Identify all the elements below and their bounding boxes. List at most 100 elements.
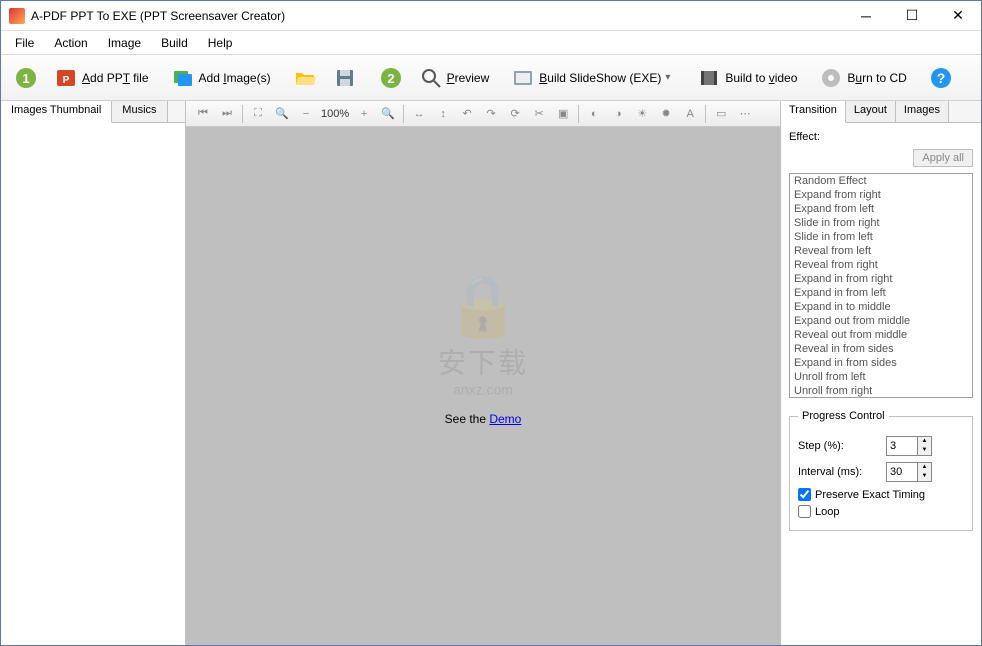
canvas: 🔒 安下载 anxz.com See the Demo xyxy=(186,127,780,645)
svg-text:1: 1 xyxy=(22,71,29,86)
plus-icon[interactable]: + xyxy=(355,105,373,123)
thumbnail-area xyxy=(1,123,185,645)
svg-text:?: ? xyxy=(937,70,946,86)
build-video-button[interactable]: Build to video xyxy=(690,61,804,95)
add-ppt-label: Add PPT file xyxy=(82,71,149,85)
maximize-button[interactable]: ☐ xyxy=(889,1,935,31)
build-slideshow-label: Build SlideShow (EXE) xyxy=(539,71,661,85)
menu-file[interactable]: File xyxy=(5,34,44,52)
effect-list[interactable]: Random EffectExpand from rightExpand fro… xyxy=(789,173,973,398)
preview-button[interactable]: Preview xyxy=(412,61,497,95)
left-tabs: Images Thumbnail Musics xyxy=(1,101,185,123)
interval-input[interactable] xyxy=(886,462,918,482)
save-button[interactable] xyxy=(326,61,364,95)
loop-label: Loop xyxy=(815,506,839,518)
step-label: Step (%): xyxy=(798,440,878,452)
open-button[interactable] xyxy=(286,61,324,95)
preserve-timing-checkbox[interactable] xyxy=(798,488,811,501)
tab-transition[interactable]: Transition xyxy=(781,101,846,123)
more-icon[interactable]: ⋯ xyxy=(736,105,754,123)
left-panel: Images Thumbnail Musics xyxy=(1,101,186,645)
rotate-icon[interactable]: ⟳ xyxy=(506,105,524,123)
effect-item[interactable]: Expand from left xyxy=(790,202,972,216)
effect-item[interactable]: Reveal from left xyxy=(790,244,972,258)
ppt-icon: P xyxy=(54,66,78,90)
svg-text:P: P xyxy=(63,75,70,86)
zoom-in-icon[interactable]: 🔍 xyxy=(379,105,397,123)
help-icon: ? xyxy=(929,66,953,90)
flip-v-icon[interactable]: ↕ xyxy=(434,105,452,123)
minimize-button[interactable]: ─ xyxy=(843,1,889,31)
effect-item[interactable]: Expand in from sides xyxy=(790,356,972,370)
tab-musics[interactable]: Musics xyxy=(112,101,167,122)
effect-item[interactable]: Random Effect xyxy=(790,174,972,188)
interval-down-icon[interactable]: ▼ xyxy=(918,472,931,481)
slideshow-icon xyxy=(511,66,535,90)
build-slideshow-button[interactable]: Build SlideShow (EXE) ▾ xyxy=(504,61,682,95)
effect-item[interactable]: Reveal in from sides xyxy=(790,342,972,356)
step-down-icon[interactable]: ▼ xyxy=(918,446,931,455)
interval-up-icon[interactable]: ▲ xyxy=(918,463,931,472)
effect-item[interactable]: Reveal from right xyxy=(790,258,972,272)
tab-images-thumbnail[interactable]: Images Thumbnail xyxy=(1,101,112,123)
demo-link[interactable]: Demo xyxy=(489,412,521,426)
menu-help[interactable]: Help xyxy=(198,34,243,52)
cd-icon xyxy=(819,66,843,90)
effect-item[interactable]: Expand in from right xyxy=(790,272,972,286)
number-2-icon: 2 xyxy=(379,66,403,90)
select-icon[interactable]: ▣ xyxy=(554,105,572,123)
menu-bar: File Action Image Build Help xyxy=(1,31,981,55)
frame-icon[interactable]: ▭ xyxy=(712,105,730,123)
loop-checkbox[interactable] xyxy=(798,505,811,518)
contrast-up-icon[interactable]: ◐ xyxy=(585,105,603,123)
crop-icon[interactable]: ✂ xyxy=(530,105,548,123)
flip-h-icon[interactable]: ↔ xyxy=(410,105,428,123)
rotate-left-icon[interactable]: ↶ xyxy=(458,105,476,123)
close-button[interactable]: ✕ xyxy=(935,1,981,31)
effect-item[interactable]: Expand out from middle xyxy=(790,314,972,328)
add-images-label: Add Image(s) xyxy=(199,71,271,85)
effect-item[interactable]: Reveal out from middle xyxy=(790,328,972,342)
apply-all-button[interactable]: Apply all xyxy=(913,149,973,167)
burn-cd-label: Burn to CD xyxy=(847,71,906,85)
watermark: 🔒 安下载 anxz.com xyxy=(438,271,528,398)
zoom-out-icon[interactable]: 🔍 xyxy=(273,105,291,123)
nav-first-icon[interactable]: ⏮ xyxy=(194,105,212,123)
preview-label: Preview xyxy=(447,71,490,85)
canvas-toolbar: ⏮ ⏭ ⛶ 🔍 − 100% + 🔍 ↔ ↕ ↶ ↷ ⟳ ✂ ▣ ◐ ◑ ☀ ✹… xyxy=(186,101,780,127)
interval-label: Interval (ms): xyxy=(798,466,878,478)
preserve-timing-label: Preserve Exact Timing xyxy=(815,489,925,501)
app-icon xyxy=(9,8,25,24)
tab-images[interactable]: Images xyxy=(896,101,949,122)
toolbar-btn-2[interactable]: 2 xyxy=(372,61,410,95)
menu-build[interactable]: Build xyxy=(151,34,198,52)
tab-layout[interactable]: Layout xyxy=(846,101,896,122)
brightness-up-icon[interactable]: ☀ xyxy=(633,105,651,123)
effect-item[interactable]: Unroll from left xyxy=(790,370,972,384)
toolbar-btn-1[interactable]: 1 xyxy=(7,61,45,95)
burn-cd-button[interactable]: Burn to CD xyxy=(812,61,913,95)
menu-action[interactable]: Action xyxy=(44,34,97,52)
rotate-right-icon[interactable]: ↷ xyxy=(482,105,500,123)
effect-item[interactable]: Expand in to middle xyxy=(790,300,972,314)
add-ppt-button[interactable]: P Add PPT file xyxy=(47,61,156,95)
effect-item[interactable]: Slide in from left xyxy=(790,230,972,244)
nav-next-icon[interactable]: ⏭ xyxy=(218,105,236,123)
right-tabs: Transition Layout Images xyxy=(781,101,981,123)
contrast-down-icon[interactable]: ◑ xyxy=(609,105,627,123)
brightness-down-icon[interactable]: ✹ xyxy=(657,105,675,123)
effect-item[interactable]: Expand from right xyxy=(790,188,972,202)
menu-image[interactable]: Image xyxy=(98,34,151,52)
help-button[interactable]: ? xyxy=(922,61,960,95)
demo-text: See the Demo xyxy=(445,412,522,426)
step-input[interactable] xyxy=(886,436,918,456)
step-up-icon[interactable]: ▲ xyxy=(918,437,931,446)
text-icon[interactable]: A xyxy=(681,105,699,123)
effect-item[interactable]: Unroll from right xyxy=(790,384,972,398)
add-images-button[interactable]: Add Image(s) xyxy=(164,61,278,95)
effect-item[interactable]: Slide in from right xyxy=(790,216,972,230)
minus-icon[interactable]: − xyxy=(297,105,315,123)
transition-body: Effect: Apply all Random EffectExpand fr… xyxy=(781,123,981,645)
effect-item[interactable]: Expand in from left xyxy=(790,286,972,300)
fit-icon[interactable]: ⛶ xyxy=(249,105,267,123)
